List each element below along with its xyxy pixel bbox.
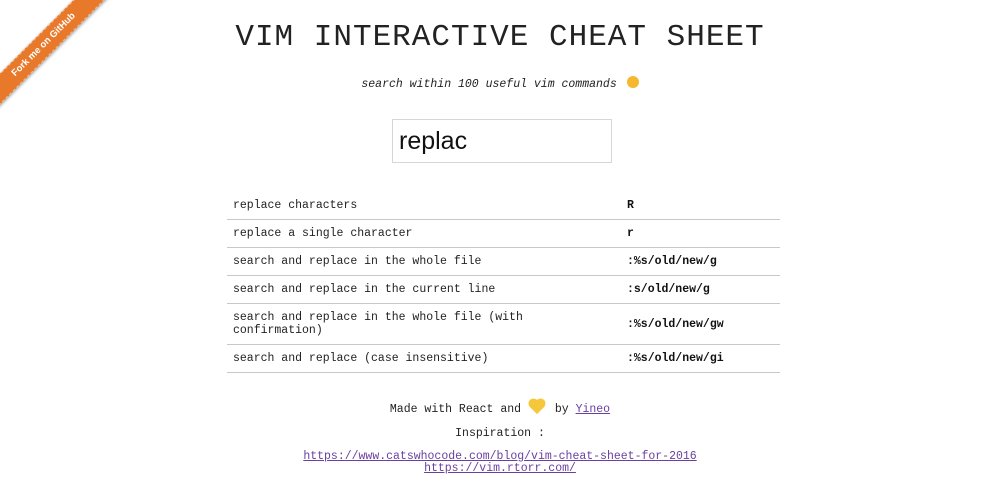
command-key: r — [621, 219, 780, 248]
command-description: search and replace (case insensitive) — [227, 344, 621, 373]
command-description: search and replace in the current line — [227, 275, 621, 304]
inspiration-label: Inspiration : — [455, 427, 545, 440]
command-description: search and replace in the whole file — [227, 247, 621, 276]
command-description: replace a single character — [227, 219, 621, 248]
made-with-text: Made with React and — [389, 403, 522, 416]
command-key: :%s/old/new/g — [621, 247, 780, 276]
made-with-line: Made with React and by Yineo — [0, 399, 1000, 416]
command-key: R — [621, 192, 780, 220]
author-link[interactable]: Yineo — [576, 403, 611, 416]
table-row: search and replace in the whole file (wi… — [227, 303, 780, 345]
yellow-heart-icon — [529, 399, 545, 415]
command-key: :s/old/new/g — [621, 275, 780, 304]
search-input[interactable] — [392, 119, 612, 163]
table-row: search and replace in the current line :… — [227, 275, 780, 304]
github-ribbon-container: Fork me on GitHub — [0, 0, 110, 110]
table-row: replace characters R — [227, 192, 780, 220]
command-description: replace characters — [227, 192, 621, 220]
inspiration-link-rtorr[interactable]: https://vim.rtorr.com/ — [424, 462, 576, 475]
page: Fork me on GitHub VIM INTERACTIVE CHEAT … — [0, 0, 1000, 488]
table-row: search and replace in the whole file :%s… — [227, 247, 780, 276]
command-description: search and replace in the whole file (wi… — [227, 303, 621, 345]
table-row: search and replace (case insensitive) :%… — [227, 344, 780, 373]
page-subtitle: search within 100 useful vim commands — [0, 76, 1000, 91]
hugging-face-emoji-icon — [626, 76, 639, 88]
command-key: :%s/old/new/gi — [621, 344, 780, 373]
subtitle-text: search within 100 useful vim commands — [361, 78, 617, 91]
inspiration-links: https://www.catswhocode.com/blog/vim-che… — [0, 451, 1000, 475]
by-text: by — [554, 403, 569, 416]
table-row: replace a single character r — [227, 219, 780, 248]
page-title: VIM INTERACTIVE CHEAT SHEET — [235, 20, 765, 55]
commands-table: replace characters R replace a single ch… — [227, 192, 780, 373]
command-key: :%s/old/new/gw — [621, 303, 780, 345]
